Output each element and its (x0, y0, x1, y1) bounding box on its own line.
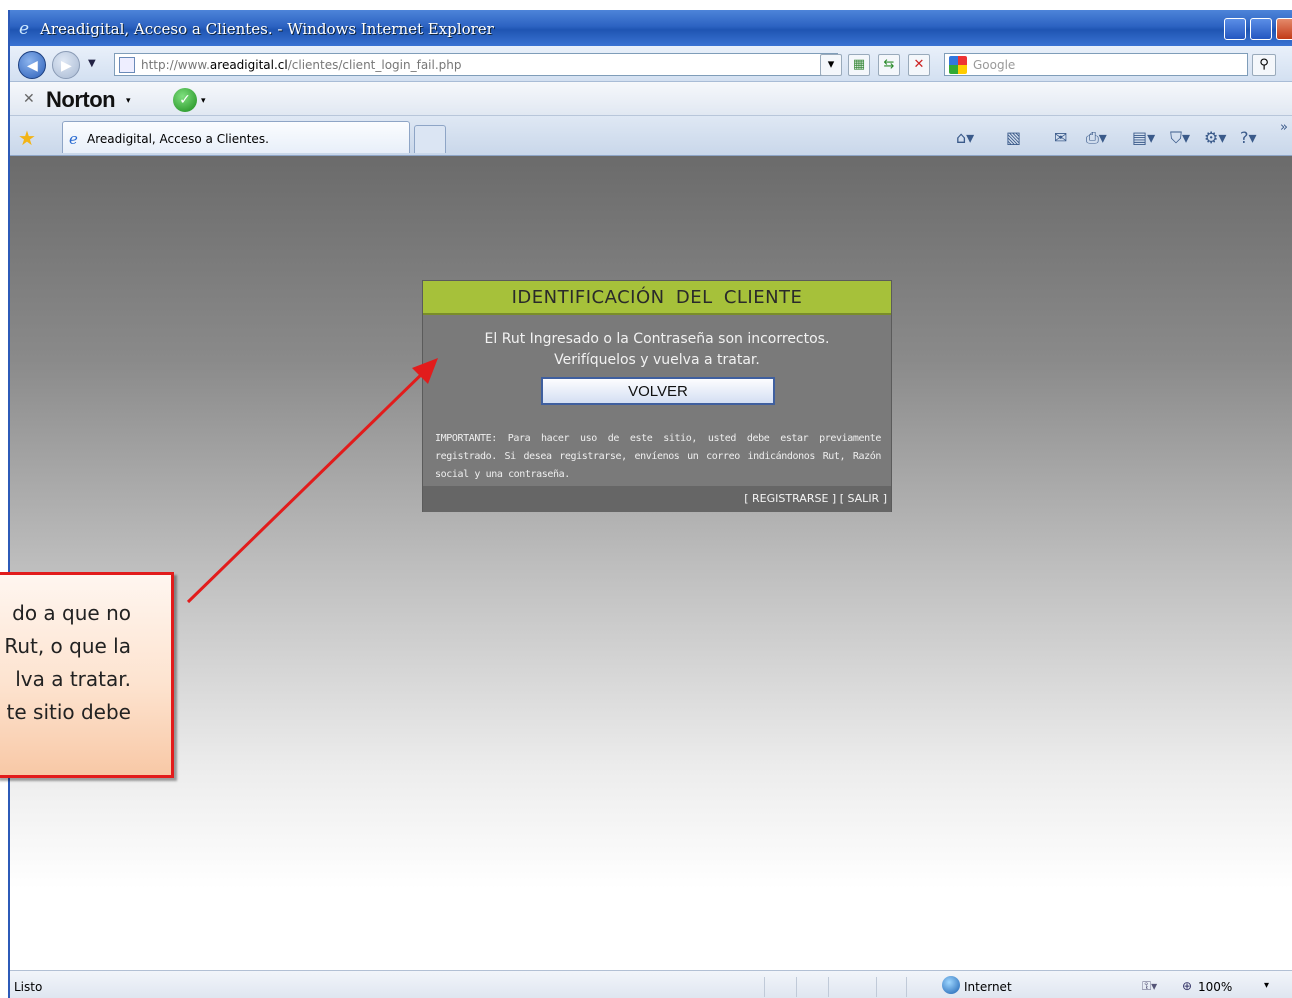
page-menu-icon[interactable]: ▤▾ (1132, 128, 1155, 147)
tab-current[interactable]: e Areadigital, Acceso a Clientes. (62, 121, 410, 153)
panel-footer: [ REGISTRARSE ] [ SALIR ] (423, 486, 891, 512)
title-bar: e Areadigital, Acceso a Clientes. - Wind… (10, 10, 1292, 46)
help-icon[interactable]: ?▾ (1240, 128, 1257, 147)
panel-title: IDENTIFICACIÓN DEL CLIENTE (423, 281, 891, 315)
norton-dropdown-icon[interactable]: ▾ (126, 96, 131, 106)
protected-mode-icon[interactable]: ⚿▾ (1142, 979, 1157, 994)
status-divider (876, 977, 877, 997)
status-text: Listo (14, 980, 43, 994)
error-line-1: El Rut Ingresado o la Contraseña son inc… (484, 331, 830, 347)
google-icon (949, 56, 967, 74)
zoom-icon[interactable]: ⊕ (1182, 979, 1192, 993)
zoom-level[interactable]: 100% (1198, 980, 1232, 994)
browser-window: e Areadigital, Acceso a Clientes. - Wind… (8, 10, 1292, 998)
back-icon: ◀ (27, 58, 38, 74)
address-host: areadigital.cl (209, 58, 288, 72)
zoom-dropdown-icon[interactable]: ▾ (1264, 980, 1269, 991)
svg-text:e: e (69, 131, 78, 147)
favorites-star-icon[interactable]: ★ (18, 126, 36, 150)
svg-text:e: e (19, 19, 29, 37)
register-link[interactable]: [ REGISTRARSE ] (744, 492, 836, 505)
search-icon[interactable]: ⚲ (1252, 54, 1276, 76)
close-button[interactable] (1276, 18, 1292, 40)
status-divider (828, 977, 829, 997)
page-content: IDENTIFICACIÓN DEL CLIENTE El Rut Ingres… (10, 156, 1292, 970)
login-panel: IDENTIFICACIÓN DEL CLIENTE El Rut Ingres… (422, 280, 892, 512)
callout-line: lva a tratar. (15, 667, 131, 691)
home-icon[interactable]: ⌂▾ (956, 128, 974, 147)
minimize-button[interactable] (1224, 18, 1246, 40)
forward-icon: ▶ (61, 58, 72, 74)
error-line-2: Verifíquelos y vuelva a tratar. (554, 352, 760, 368)
volver-button[interactable]: VOLVER (541, 377, 775, 405)
maximize-button[interactable] (1250, 18, 1272, 40)
print-icon[interactable]: ⎙▾ (1086, 128, 1107, 148)
compat-icon[interactable]: ▦ (848, 54, 870, 76)
window-title: Areadigital, Acceso a Clientes. - Window… (40, 20, 494, 38)
callout-line: Rut, o que la (4, 634, 131, 658)
annotation-callout: do a que no Rut, o que la lva a tratar. … (0, 572, 174, 778)
safety-icon[interactable]: ⛉▾ (1170, 128, 1190, 148)
status-bar: Listo Internet ⚿▾ ⊕ 100% ▾ (10, 970, 1292, 998)
status-divider (796, 977, 797, 997)
chevron-more-icon[interactable]: » (1280, 120, 1288, 135)
address-bar[interactable]: http://www.areadigital.cl/clientes/clien… (114, 53, 838, 76)
search-input[interactable]: Google (944, 53, 1248, 76)
navigation-bar: ◀ ▶ ▼ http://www.areadigital.cl/clientes… (10, 46, 1292, 82)
status-divider (764, 977, 765, 997)
norton-logo[interactable]: Norton (46, 87, 116, 113)
check-dropdown-icon[interactable]: ▾ (201, 96, 206, 106)
globe-icon (942, 976, 960, 994)
tab-label: Areadigital, Acceso a Clientes. (87, 132, 269, 146)
page-icon (119, 57, 135, 73)
important-notice: IMPORTANTE: Para hacer uso de este sitio… (435, 433, 881, 480)
security-zone: Internet (964, 980, 1012, 994)
tools-icon[interactable]: ⚙▾ (1204, 128, 1226, 147)
error-message: El Rut Ingresado o la Contraseña son inc… (423, 329, 891, 371)
back-button[interactable]: ◀ (18, 51, 46, 79)
address-dropdown-button[interactable]: ▾ (820, 54, 842, 76)
tab-ie-icon: e (69, 131, 78, 147)
feeds-icon[interactable]: ▧ (1006, 128, 1021, 147)
refresh-icon[interactable]: ⇆ (878, 54, 900, 76)
mail-icon[interactable]: ✉ (1054, 128, 1067, 147)
new-tab-button[interactable] (414, 125, 446, 153)
search-placeholder: Google (973, 58, 1016, 72)
address-path: /clientes/client_login_fail.php (287, 58, 462, 72)
address-prefix: http://www. (141, 58, 210, 72)
status-divider (906, 977, 907, 997)
norton-check-icon[interactable]: ✓ (173, 88, 197, 112)
callout-line: do a que no (12, 601, 131, 625)
callout-text: do a que no Rut, o que la lva a tratar. … (0, 597, 131, 729)
tab-bar: ★ e Areadigital, Acceso a Clientes. ⌂▾ ▧… (10, 116, 1292, 156)
stop-icon[interactable]: ✕ (908, 54, 930, 76)
norton-toolbar: ✕ Norton ▾ ✓ ▾ (10, 82, 1292, 116)
callout-line: te sitio debe (6, 700, 131, 724)
exit-link[interactable]: [ SALIR ] (840, 492, 887, 505)
ie-icon: e (19, 19, 29, 37)
history-dropdown-icon[interactable]: ▼ (88, 58, 96, 69)
forward-button[interactable]: ▶ (52, 51, 80, 79)
close-toolbar-icon[interactable]: ✕ (23, 91, 35, 107)
